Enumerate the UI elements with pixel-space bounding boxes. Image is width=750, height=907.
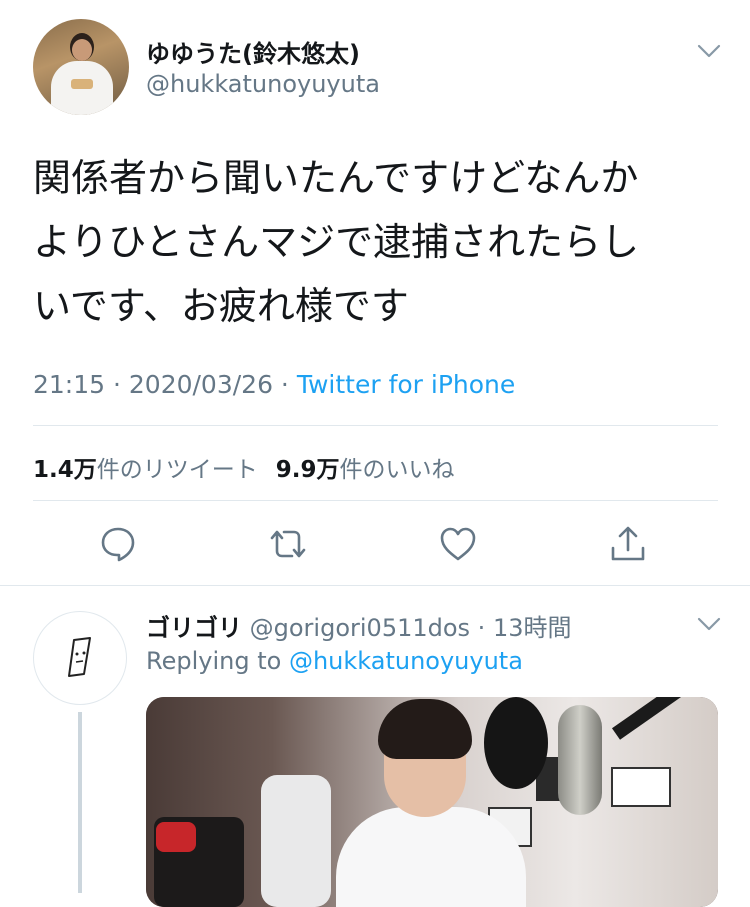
like-stat[interactable]: 9.9万件のいいね <box>276 457 455 483</box>
replying-prefix: Replying to <box>146 647 289 675</box>
tweet-text-line: いです、お疲れ様です <box>33 284 409 328</box>
meta-separator: · <box>105 370 129 399</box>
reply-time[interactable]: 13時間 <box>493 614 572 642</box>
like-button[interactable] <box>436 522 480 566</box>
tweet-text-line: よりひとさんマジで逮捕されたらし <box>33 220 640 264</box>
retweet-button[interactable] <box>266 522 310 566</box>
reply-button[interactable] <box>96 522 140 566</box>
tweet-time[interactable]: 21:15 <box>33 370 105 399</box>
tweet-meta: 21:15 · 2020/03/26 · Twitter for iPhone <box>33 370 515 399</box>
media-microphone <box>558 705 602 815</box>
tweet-date[interactable]: 2020/03/26 <box>129 370 273 399</box>
media-pop-filter <box>484 697 548 789</box>
reply-separator: · <box>470 614 493 642</box>
reply-menu-chevron-down-icon[interactable] <box>697 617 721 631</box>
retweet-icon <box>270 530 306 558</box>
retweet-label: 件のリツイート <box>96 457 258 483</box>
media-poster <box>611 767 671 807</box>
like-label: 件のいいね <box>339 457 455 483</box>
doodle-face-icon <box>68 637 91 677</box>
reply-author-avatar[interactable] <box>33 611 127 705</box>
tweet-stats: 1.4万件のリツイート 9.9万件のいいね <box>33 450 455 484</box>
thread-line <box>78 712 82 893</box>
retweet-stat[interactable]: 1.4万件のリツイート <box>33 457 258 483</box>
meta-separator: · <box>272 370 297 399</box>
replying-to: Replying to @hukkatunoyuyuta <box>146 647 523 675</box>
retweet-count: 1.4万 <box>33 457 97 483</box>
tweet-menu-chevron-down-icon[interactable] <box>697 44 721 58</box>
avatar-face <box>72 39 92 61</box>
replying-mention[interactable]: @hukkatunoyuyuta <box>289 647 523 675</box>
media-person-hoodie <box>336 807 526 907</box>
reply-media-image[interactable] <box>146 697 718 907</box>
reply-display-name[interactable]: ゴリゴリ <box>146 614 242 642</box>
divider <box>33 425 718 426</box>
author-display-name[interactable]: ゆゆうた(鈴木悠太) <box>146 34 360 69</box>
reply-icon <box>101 527 135 562</box>
reply-handle[interactable]: @gorigori0511dos <box>250 614 470 642</box>
section-divider <box>0 585 750 586</box>
share-button[interactable] <box>606 522 650 566</box>
avatar-hoodie-logo <box>71 79 93 89</box>
reply-header: ゴリゴリ @gorigori0511dos · 13時間 <box>146 608 571 643</box>
media-bag <box>261 775 331 907</box>
tweet-source[interactable]: Twitter for iPhone <box>297 370 515 399</box>
tweet-text-line: 関係者から聞いたんですけどなんか <box>33 156 639 200</box>
heart-icon <box>440 527 476 561</box>
share-icon <box>611 526 645 561</box>
author-handle[interactable]: @hukkatunoyuyuta <box>146 70 380 98</box>
media-chair-accent <box>156 822 196 852</box>
divider <box>33 500 718 501</box>
tweet-text: 関係者から聞いたんですけどなんか よりひとさんマジで逮捕されたらし いです、お疲… <box>33 146 723 338</box>
like-count: 9.9万 <box>275 457 340 483</box>
author-avatar[interactable] <box>33 19 129 115</box>
